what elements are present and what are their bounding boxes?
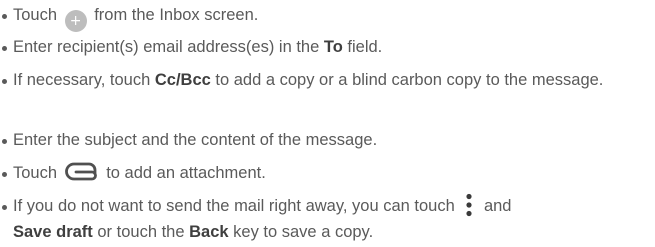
step-text: to add a copy or a blind carbon copy to … (210, 71, 604, 89)
step-text: from the Inbox screen. (89, 6, 259, 24)
list-item: Touch to add an attachment. (0, 160, 655, 186)
step-text: If you do not want to send the mail righ… (13, 197, 460, 215)
step-text: Enter the subject and the content of the… (13, 131, 378, 149)
plus-icon: + (64, 10, 87, 32)
list-item: Enter recipient(s) email address(es) in … (0, 34, 655, 60)
step-text: and (479, 197, 512, 215)
list-item: If you do not want to send the mail righ… (0, 193, 655, 245)
list-item: If necessary, touch Cc/Bcc to add a copy… (0, 67, 655, 93)
step-text: key to save a copy. (228, 223, 374, 241)
step-text: Enter recipient(s) email address(es) in … (13, 38, 324, 56)
step-text: Touch (13, 164, 62, 182)
to-field-term: To (323, 38, 343, 56)
step-text: to add an attachment. (101, 164, 266, 182)
save-draft-term: Save draft (13, 223, 93, 241)
instruction-page: Touch + from the Inbox screen. Enter rec… (0, 0, 655, 247)
paperclip-icon (64, 162, 97, 181)
list-item: Touch + from the Inbox screen. (0, 2, 655, 32)
step-text: Touch (13, 6, 62, 24)
step-text: or touch the (92, 223, 190, 241)
more-vertical-icon (466, 193, 472, 217)
step-text: field. (342, 38, 383, 56)
cc-bcc-term: Cc/Bcc (154, 71, 211, 89)
back-key-term: Back (189, 223, 229, 241)
step-text: If necessary, touch (13, 71, 155, 89)
list-item: Enter the subject and the content of the… (0, 127, 655, 153)
